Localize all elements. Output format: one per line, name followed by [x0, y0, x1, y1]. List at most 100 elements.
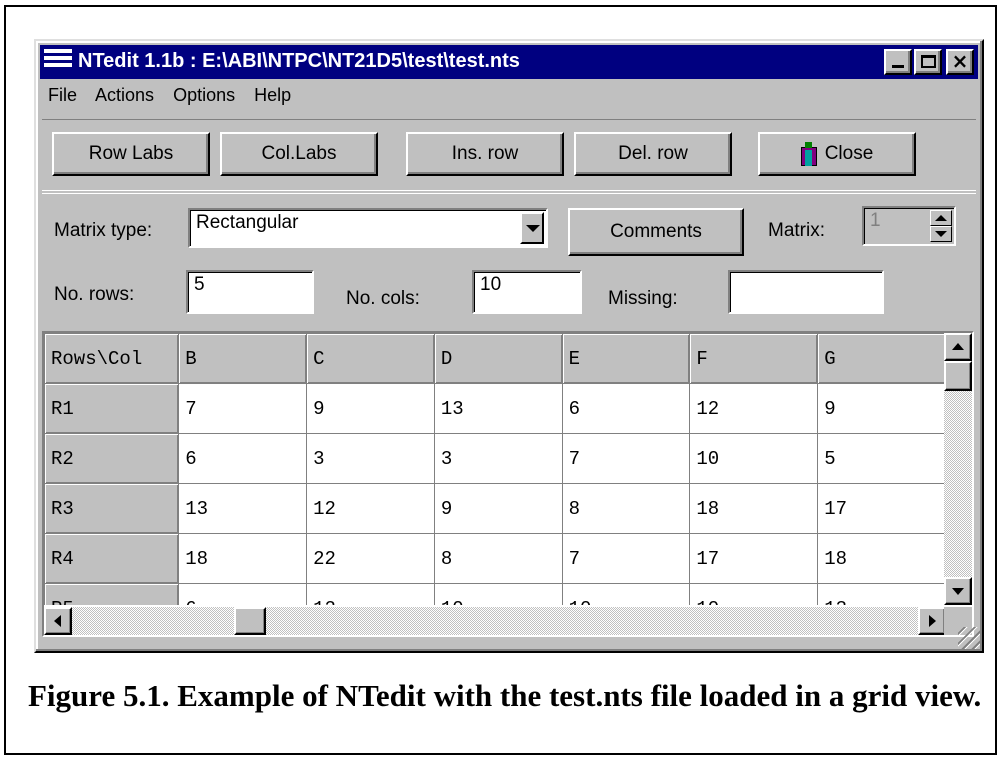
grid-cell[interactable]: 9 [433, 483, 563, 534]
comments-label: Comments [610, 221, 702, 242]
grid-cell[interactable]: 17 [689, 533, 819, 584]
vertical-scrollbar[interactable] [944, 333, 972, 605]
table-row: R2 6 3 3 7 10 5 [44, 433, 946, 484]
horizontal-scrollbar[interactable] [44, 607, 946, 635]
grid-cell[interactable]: 10 [689, 583, 819, 605]
minimize-button[interactable] [884, 49, 912, 75]
menu-actions[interactable]: Actions [95, 85, 154, 105]
no-rows-field[interactable]: 5 [186, 270, 314, 314]
matrix-type-label: Matrix type: [54, 220, 153, 241]
grid-cell[interactable]: 6 [561, 383, 691, 434]
figure-frame: NTedit 1.1b : E:\ABI\NTPC\NT21D5\test\te… [4, 5, 997, 755]
grid-cell[interactable]: 7 [561, 533, 691, 584]
row-header[interactable]: R4 [44, 533, 180, 584]
ins-row-button[interactable]: Ins. row [406, 132, 564, 176]
column-header[interactable]: G [817, 333, 946, 384]
scroll-down-button[interactable] [944, 577, 972, 605]
data-grid: Rows\Col B C D E F G R1 7 9 13 6 12 9 R2… [42, 331, 974, 637]
menu-file[interactable]: File [48, 85, 77, 105]
column-header[interactable]: D [433, 333, 563, 384]
grid-cell[interactable]: 6 [178, 583, 308, 605]
minimize-icon [892, 65, 904, 68]
row-labs-button[interactable]: Row Labs [52, 132, 210, 176]
header-row: Rows\Col B C D E F G [44, 333, 946, 384]
grid-cell[interactable]: 9 [817, 383, 946, 434]
grid-cell[interactable]: 7 [561, 433, 691, 484]
grid-viewport: Rows\Col B C D E F G R1 7 9 13 6 12 9 R2… [44, 333, 946, 605]
grid-cell[interactable]: 12 [306, 483, 435, 534]
no-cols-field[interactable]: 10 [472, 270, 582, 314]
grid-cell[interactable]: 18 [178, 533, 308, 584]
grid-cell[interactable]: 13 [433, 383, 563, 434]
row-labs-label: Row Labs [88, 143, 174, 164]
options-panel: Matrix type: Rectangular Comments Matrix… [42, 193, 976, 333]
arrow-up-icon [952, 343, 964, 350]
grid-cell[interactable]: 18 [689, 483, 819, 534]
grid-cell[interactable]: 9 [306, 383, 435, 434]
col-labs-button[interactable]: Col.Labs [220, 132, 378, 176]
toolbar: Row Labs Col.Labs Ins. row Del. row Clos… [42, 119, 976, 191]
window-close-button[interactable]: × [946, 49, 974, 75]
no-rows-label: No. rows: [54, 284, 135, 305]
grid-cell[interactable]: 7 [178, 383, 308, 434]
close-icon: × [951, 49, 969, 73]
grid-cell[interactable]: 3 [306, 433, 435, 484]
grid-cell[interactable]: 17 [817, 483, 946, 534]
missing-field[interactable] [728, 270, 884, 314]
table-row: R3 13 12 9 8 18 17 [44, 483, 946, 534]
matrix-type-value: Rectangular [196, 212, 299, 233]
scroll-right-button[interactable] [918, 607, 946, 635]
horizontal-scroll-thumb[interactable] [234, 607, 266, 635]
door-exit-icon [800, 142, 817, 166]
grid-cell[interactable]: 18 [817, 533, 946, 584]
chevron-down-icon[interactable] [520, 212, 544, 244]
grid-cell[interactable]: 10 [433, 583, 563, 605]
grid-cell[interactable]: 5 [817, 433, 946, 484]
row-header[interactable]: R1 [44, 383, 180, 434]
matrix-value: 1 [870, 210, 881, 231]
grid-cell[interactable]: 10 [561, 583, 691, 605]
matrix-spinner[interactable]: 1 [862, 206, 956, 246]
table-row: R5 6 12 10 10 10 13 [44, 583, 946, 605]
comments-button[interactable]: Comments [568, 208, 744, 256]
matrix-type-select[interactable]: Rectangular [188, 208, 548, 248]
title-bar[interactable]: NTedit 1.1b : E:\ABI\NTPC\NT21D5\test\te… [40, 45, 978, 79]
menu-bar: File Actions Options Help [48, 85, 305, 113]
grid-cell[interactable]: 13 [178, 483, 308, 534]
figure-caption: Figure 5.1. Example of NTedit with the t… [28, 678, 982, 713]
ins-row-label: Ins. row [451, 143, 519, 164]
grid-cell[interactable]: 8 [561, 483, 691, 534]
system-menu-icon[interactable] [44, 49, 72, 75]
row-header[interactable]: R5 [44, 583, 180, 605]
ntedit-window: NTedit 1.1b : E:\ABI\NTPC\NT21D5\test\te… [34, 39, 984, 653]
menu-options[interactable]: Options [173, 85, 235, 105]
column-header[interactable]: C [306, 333, 435, 384]
grid-cell[interactable]: 22 [306, 533, 435, 584]
grid-cell[interactable]: 13 [817, 583, 946, 605]
column-header[interactable]: B [178, 333, 308, 384]
close-button[interactable]: Close [758, 132, 916, 176]
grid-cell[interactable]: 3 [433, 433, 563, 484]
matrix-label: Matrix: [768, 220, 825, 241]
spinner-arrows-icon[interactable] [930, 210, 952, 242]
del-row-button[interactable]: Del. row [574, 132, 732, 176]
vertical-scroll-thumb[interactable] [944, 361, 972, 391]
row-header[interactable]: R2 [44, 433, 180, 484]
scroll-up-button[interactable] [944, 333, 972, 361]
grid-cell[interactable]: 8 [433, 533, 563, 584]
grid-cell[interactable]: 12 [306, 583, 435, 605]
menu-help[interactable]: Help [254, 85, 291, 105]
grid-cell[interactable]: 6 [178, 433, 308, 484]
missing-label: Missing: [608, 288, 678, 309]
column-header[interactable]: E [561, 333, 691, 384]
resize-grip-icon[interactable] [958, 627, 980, 649]
grid-cell[interactable]: 10 [689, 433, 819, 484]
row-header[interactable]: R3 [44, 483, 180, 534]
no-cols-label: No. cols: [346, 288, 420, 309]
grid-cell[interactable]: 12 [689, 383, 819, 434]
scroll-left-button[interactable] [44, 607, 72, 635]
column-header[interactable]: F [689, 333, 819, 384]
corner-header: Rows\Col [44, 333, 180, 384]
maximize-button[interactable] [914, 49, 942, 75]
no-rows-value: 5 [194, 274, 205, 295]
